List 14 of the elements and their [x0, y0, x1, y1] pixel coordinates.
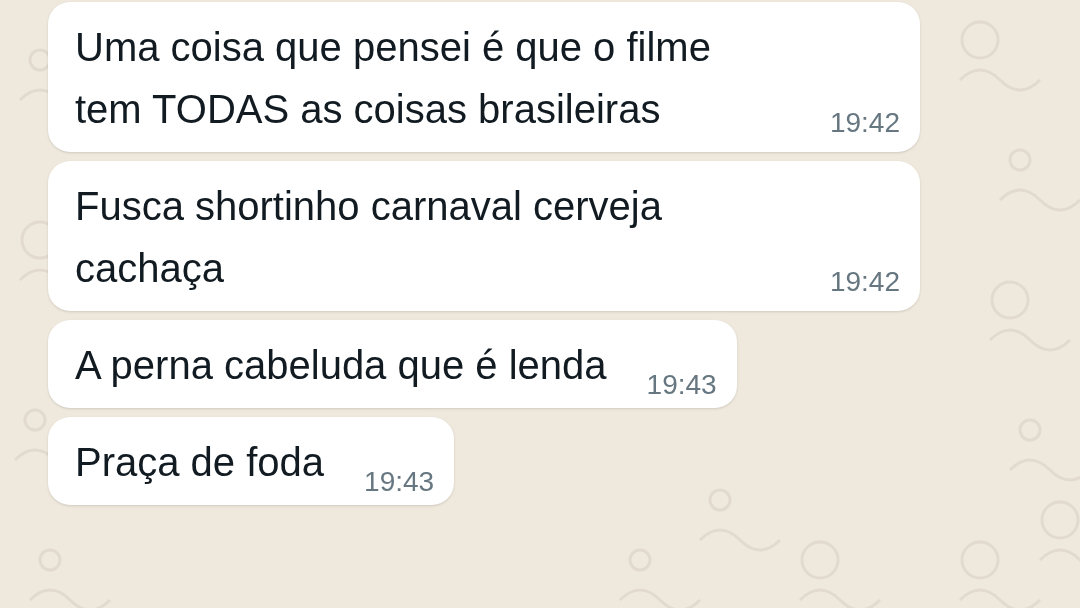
message-text: tem TODAS as coisas brasileiras [75, 86, 661, 133]
message-time: 19:42 [829, 265, 900, 299]
message-bubble[interactable]: Uma coisa que pensei é que o filme tem TODAS as coisas brasileiras 19:42 [48, 2, 920, 152]
message-text: Praça de foda [75, 439, 325, 486]
message-bubble[interactable]: A perna cabeluda que é lenda 19:43 [48, 320, 737, 408]
message-text: cachaça [75, 245, 224, 292]
message-text: A perna cabeluda que é lenda [75, 342, 607, 389]
message-text: Uma coisa que pensei é que o filme [75, 24, 712, 71]
message-bubble[interactable]: Fusca shortinho carnaval cerveja cachaça 19:42 [48, 161, 920, 311]
message-time: 19:43 [646, 368, 717, 402]
message-time: 19:42 [829, 106, 900, 140]
message-bubble[interactable]: Praça de foda 19:43 [48, 417, 455, 505]
message-time: 19:43 [364, 465, 435, 499]
message-text: Fusca shortinho carnaval cerveja [75, 183, 663, 230]
